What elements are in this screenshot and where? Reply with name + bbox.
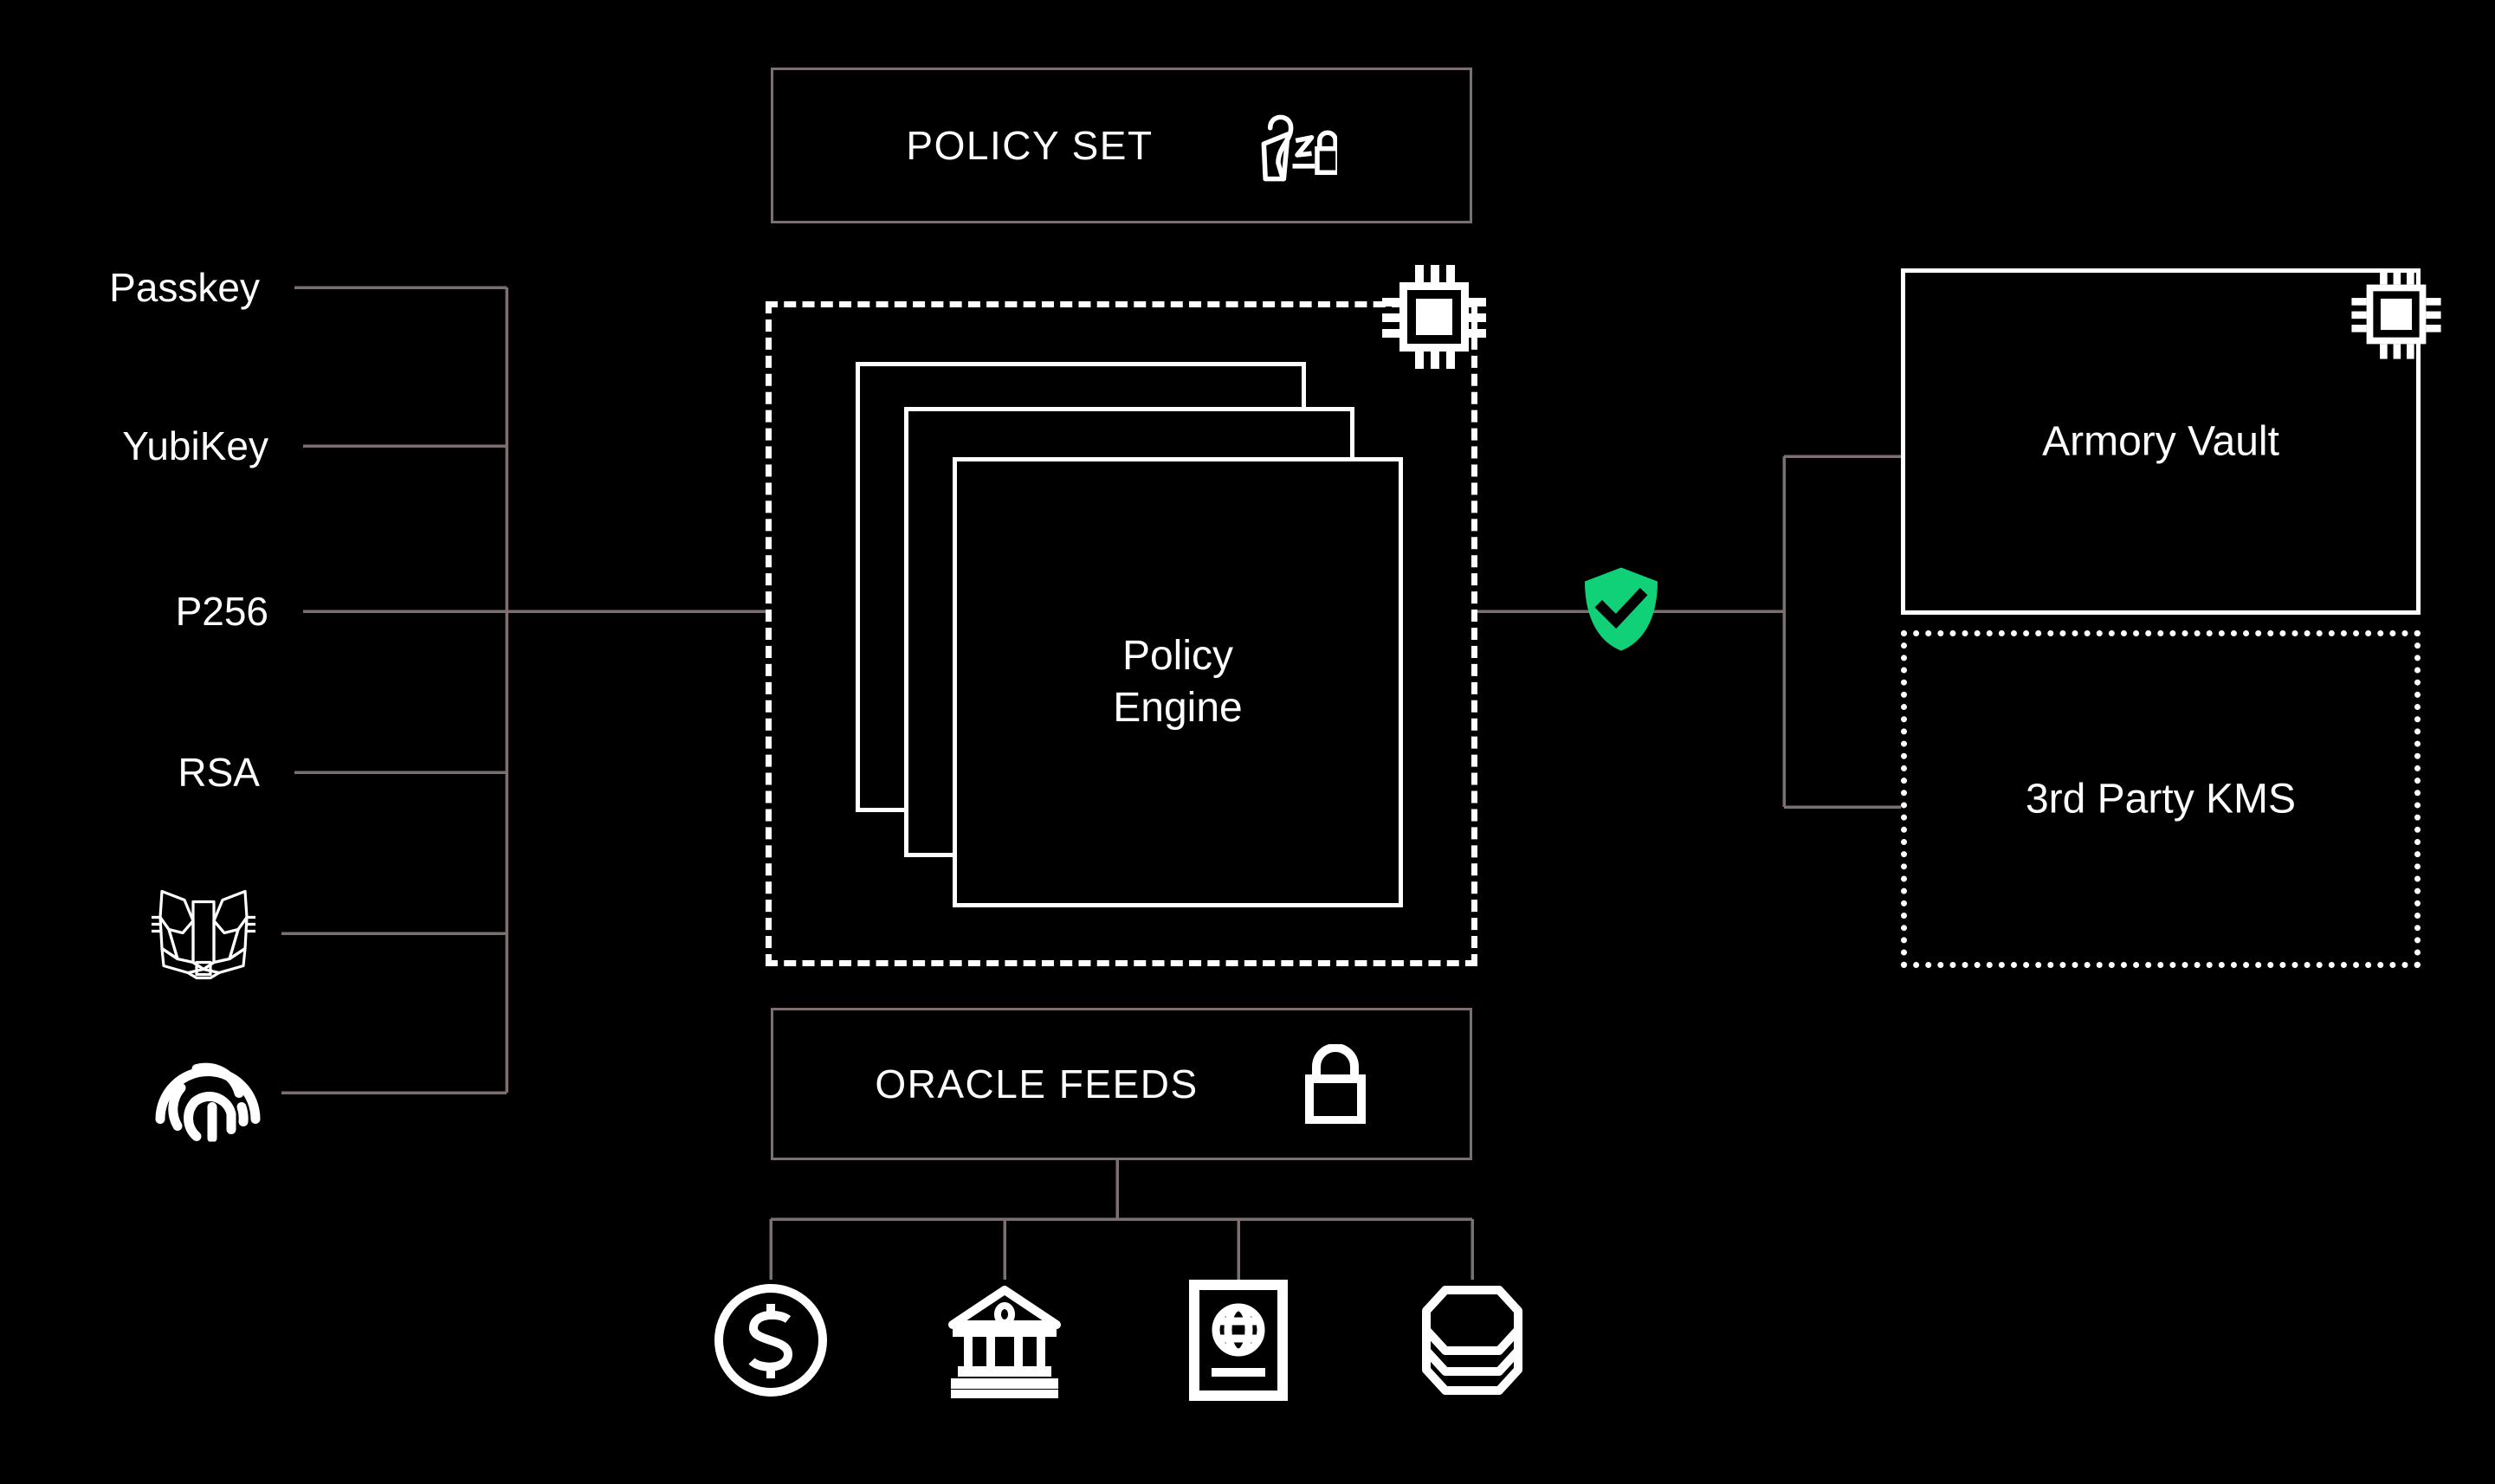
credential-label-p256[interactable]: P256	[0, 588, 268, 635]
shield-check-icon	[1581, 566, 1661, 657]
fingerprint-icon[interactable]	[152, 1040, 264, 1146]
credential-label-passkey[interactable]: Passkey	[0, 264, 260, 311]
third-party-kms-box[interactable]: 3rd Party KMS	[1901, 630, 2421, 968]
passport-globe-icon[interactable]	[1187, 1280, 1290, 1405]
policy-signature-lock-icon	[1257, 106, 1337, 185]
third-party-kms-label: 3rd Party KMS	[2025, 776, 2297, 823]
armory-vault-box[interactable]: Armory Vault	[1901, 268, 2421, 615]
diagram-canvas: POLICY SET Passkey YubiKey P256 RSA Poli…	[0, 0, 2495, 1484]
database-stack-icon[interactable]	[1418, 1280, 1527, 1405]
microchip-icon	[2349, 267, 2444, 366]
policy-engine-label: Policy Engine	[957, 630, 1399, 734]
policy-set-label: POLICY SET	[906, 123, 1154, 168]
padlock-icon	[1302, 1044, 1368, 1124]
credential-label-yubikey[interactable]: YubiKey	[0, 423, 268, 469]
policy-engine-label-line2: Engine	[1113, 685, 1243, 731]
metamask-fox-icon[interactable]	[143, 880, 264, 988]
bank-institution-icon[interactable]	[944, 1280, 1065, 1405]
policy-engine-card-front[interactable]: Policy Engine	[953, 457, 1403, 907]
policy-set-banner[interactable]: POLICY SET	[771, 68, 1472, 223]
oracle-feeds-banner[interactable]: ORACLE FEEDS	[771, 1008, 1472, 1160]
microchip-icon	[1379, 261, 1490, 377]
oracle-feeds-label: ORACLE FEEDS	[875, 1061, 1199, 1107]
policy-engine-label-line1: Policy	[1121, 633, 1234, 679]
credential-label-rsa[interactable]: RSA	[0, 749, 260, 796]
armory-vault-label: Armory Vault	[2042, 418, 2279, 465]
dollar-circle-icon[interactable]	[710, 1280, 831, 1405]
